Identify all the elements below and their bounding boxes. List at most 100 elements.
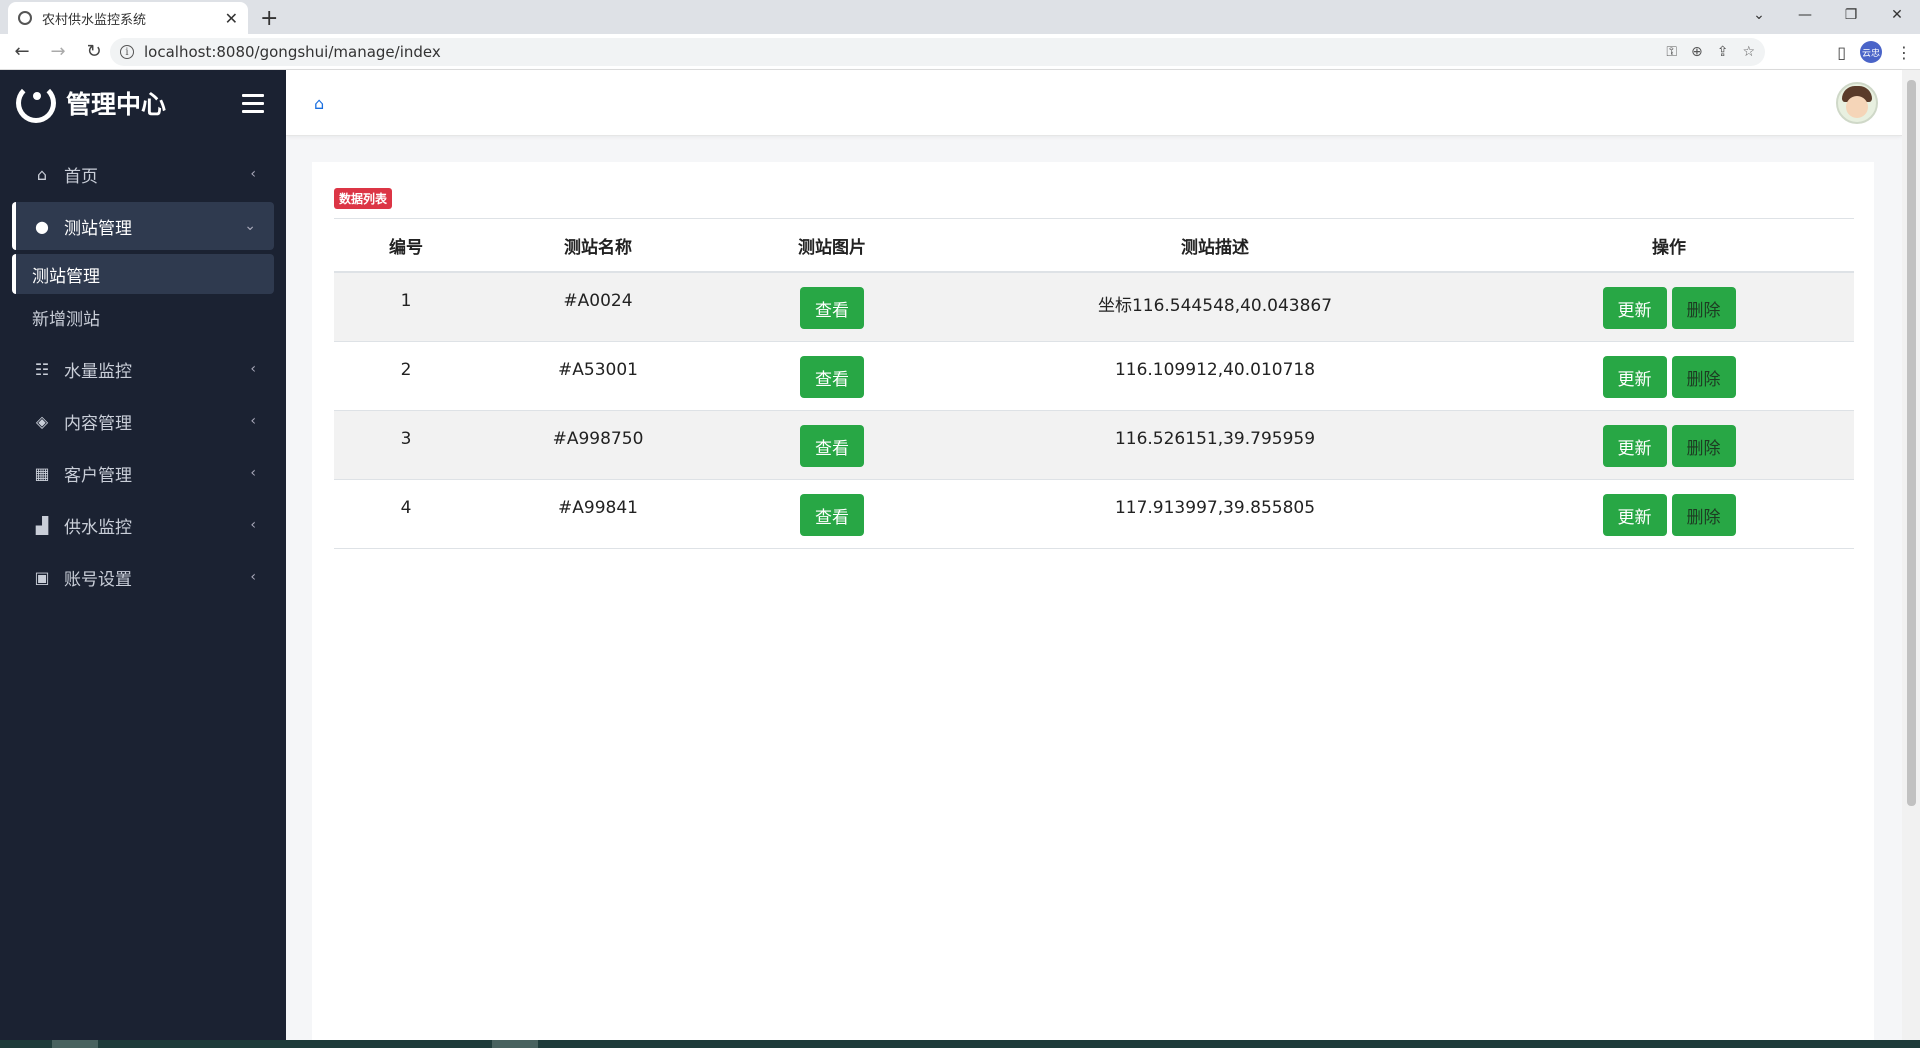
delete-button[interactable]: 删除: [1671, 425, 1736, 467]
update-button[interactable]: 更新: [1602, 425, 1667, 467]
tags-icon: ◈: [35, 411, 49, 431]
table-row: 3 #A998750 查看 116.526151,39.795959 更新 删除: [334, 411, 1854, 480]
cell-name: #A99841: [558, 498, 638, 518]
column-header-actions: 操作: [1652, 237, 1686, 258]
users-icon: ☷: [34, 359, 50, 379]
table-row: 2 #A53001 查看 116.109912,40.010718 更新 删除: [334, 342, 1854, 411]
column-header-name: 测站名称: [564, 237, 632, 258]
back-icon[interactable]: ←: [8, 38, 36, 66]
sidebar-item-home[interactable]: ⌂ 首页 ‹: [12, 150, 274, 198]
forward-icon[interactable]: →: [44, 38, 72, 66]
browser-tab[interactable]: 农村供水监控系统 ✕: [8, 2, 248, 34]
chevron-down-icon: ⌄: [244, 218, 256, 234]
sidebar: 管理中心 ⌂ 首页 ‹ ● 测站管理 ⌄ 测站管理 新增测站 ☷ 水量监控 ‹: [0, 70, 286, 1040]
submenu-item-add-station[interactable]: 新增测站: [12, 297, 274, 337]
delete-button[interactable]: 删除: [1671, 356, 1736, 398]
taskbar-app[interactable]: [52, 1040, 98, 1048]
sidebar-item-supply-monitoring[interactable]: ▟ 供水监控 ‹: [12, 501, 274, 549]
browser-tab-strip: 农村供水监控系统 ✕ + ⌄ — ❐ ✕: [0, 0, 1920, 34]
update-button[interactable]: 更新: [1602, 287, 1667, 329]
home-icon: ⌂: [36, 164, 48, 184]
cell-description: 坐标116.544548,40.043867: [1097, 296, 1333, 316]
station-submenu: 测站管理 新增测站: [12, 254, 274, 337]
brand-title: 管理中心: [66, 90, 167, 119]
tab-search-icon[interactable]: ⌄: [1736, 0, 1782, 30]
station-table: 编号 测站名称 测站图片 测站描述 操作 1 #A0024 查看 坐标116.5…: [334, 218, 1854, 549]
table-row: 4 #A99841 查看 117.913997,39.855805 更新 删除: [334, 480, 1854, 549]
avatar[interactable]: [1836, 82, 1878, 124]
home-icon[interactable]: ⌂: [314, 94, 324, 113]
sidebar-item-account-settings[interactable]: ▣ 账号设置 ‹: [12, 553, 274, 601]
update-button[interactable]: 更新: [1602, 494, 1667, 536]
site-info-icon[interactable]: i: [120, 45, 134, 59]
sidebar-item-water-monitoring[interactable]: ☷ 水量监控 ‹: [12, 345, 274, 393]
taskbar-app[interactable]: [492, 1040, 538, 1048]
sidebar-item-label: 水量监控: [64, 361, 132, 382]
chevron-left-icon: ‹: [250, 517, 256, 533]
browser-toolbar: ← → ↻ i localhost:8080/gongshui/manage/i…: [0, 34, 1920, 70]
view-image-button[interactable]: 查看: [800, 287, 864, 329]
view-image-button[interactable]: 查看: [800, 494, 864, 536]
cell-description: 116.109912,40.010718: [1114, 360, 1316, 380]
cell-id: 1: [400, 291, 412, 311]
sidebar-item-customer-management[interactable]: ▦ 客户管理 ‹: [12, 449, 274, 497]
zoom-icon[interactable]: ⊕: [1691, 44, 1703, 60]
sidebar-item-label: 客户管理: [64, 465, 132, 486]
bar-chart-icon: ▟: [35, 515, 49, 535]
avatar-face: [1846, 96, 1868, 118]
cell-name: #A53001: [558, 360, 638, 380]
main-content: ⌂ 数据列表 编号 测站名称 测站图片 测站描述 操作 1 #A0024 查看 …: [286, 70, 1902, 1042]
key-icon[interactable]: ⚿: [1666, 44, 1677, 60]
profile-avatar[interactable]: 云忠: [1860, 41, 1882, 63]
chevron-left-icon: ‹: [250, 569, 256, 585]
page-scrollbar[interactable]: [1902, 70, 1920, 1040]
cell-description: 117.913997,39.855805: [1114, 498, 1316, 518]
column-header-description: 测站描述: [1181, 237, 1249, 258]
brand: 管理中心: [0, 70, 286, 136]
table-row: 1 #A0024 查看 坐标116.544548,40.043867 更新 删除: [334, 273, 1854, 342]
sidebar-item-content-management[interactable]: ◈ 内容管理 ‹: [12, 397, 274, 445]
sidebar-item-station-management[interactable]: ● 测站管理 ⌄: [12, 202, 274, 250]
logo-icon: [16, 83, 56, 123]
data-card: 数据列表 编号 测站名称 测站图片 测站描述 操作 1 #A0024 查看 坐标…: [312, 162, 1874, 1042]
share-icon[interactable]: ⇪: [1717, 44, 1729, 60]
globe-icon: [18, 11, 32, 25]
table-header-row: 编号 测站名称 测站图片 测站描述 操作: [334, 219, 1854, 273]
window-controls: ⌄ — ❐ ✕: [1736, 0, 1920, 34]
cell-name: #A998750: [552, 429, 644, 449]
minimize-icon[interactable]: —: [1782, 0, 1828, 30]
column-header-id: 编号: [389, 237, 423, 258]
delete-button[interactable]: 删除: [1671, 287, 1736, 329]
window-close-icon[interactable]: ✕: [1874, 0, 1920, 30]
sidebar-item-label: 账号设置: [64, 569, 132, 590]
lock-icon: ▣: [34, 567, 50, 587]
cell-description: 116.526151,39.795959: [1114, 429, 1316, 449]
restore-icon[interactable]: ❐: [1828, 0, 1874, 30]
cell-id: 2: [400, 360, 412, 380]
chevron-left-icon: ‹: [250, 413, 256, 429]
browser-menu-icon[interactable]: ⋮: [1896, 43, 1912, 62]
cell-id: 4: [400, 498, 412, 518]
bookmark-star-icon[interactable]: ☆: [1742, 44, 1755, 60]
top-bar: ⌂: [286, 70, 1902, 136]
cell-name: #A0024: [563, 291, 633, 311]
sidebar-item-label: 首页: [64, 166, 98, 187]
url-text[interactable]: localhost:8080/gongshui/manage/index: [144, 43, 441, 61]
side-panel-icon[interactable]: ▯: [1837, 43, 1846, 62]
address-bar[interactable]: i localhost:8080/gongshui/manage/index ⚿…: [110, 38, 1765, 66]
delete-button[interactable]: 删除: [1671, 494, 1736, 536]
data-list-badge: 数据列表: [334, 188, 393, 209]
update-button[interactable]: 更新: [1602, 356, 1667, 398]
app: 管理中心 ⌂ 首页 ‹ ● 测站管理 ⌄ 测站管理 新增测站 ☷ 水量监控 ‹: [0, 70, 1920, 1042]
view-image-button[interactable]: 查看: [800, 425, 864, 467]
cell-id: 3: [400, 429, 412, 449]
close-tab-icon[interactable]: ✕: [225, 9, 238, 28]
scrollbar-thumb[interactable]: [1907, 80, 1916, 806]
hamburger-menu-icon[interactable]: [242, 93, 264, 113]
chevron-left-icon: ‹: [250, 166, 256, 182]
reload-icon[interactable]: ↻: [80, 38, 108, 66]
new-tab-icon[interactable]: +: [260, 6, 278, 31]
submenu-item-station-management[interactable]: 测站管理: [12, 254, 274, 294]
water-drop-icon: ●: [35, 216, 49, 236]
view-image-button[interactable]: 查看: [800, 356, 864, 398]
